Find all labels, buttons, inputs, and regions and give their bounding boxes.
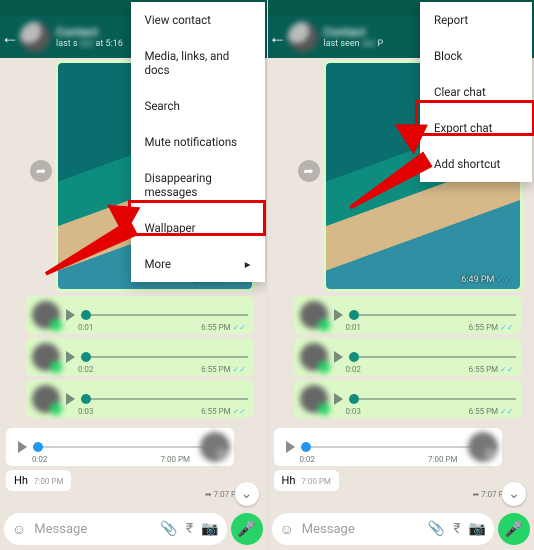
play-icon[interactable] — [334, 393, 343, 405]
play-icon[interactable] — [66, 309, 75, 321]
input-placeholder: Message — [34, 522, 87, 537]
message-time: 7:00 PM — [428, 455, 457, 464]
menu-media[interactable]: Media, links, and docs — [131, 38, 265, 88]
overflow-menu: View contact Media, links, and docs Sear… — [131, 2, 265, 282]
menu-view-contact[interactable]: View contact — [131, 2, 265, 38]
voice-duration: 0:01 — [78, 323, 93, 332]
voice-message-out[interactable]: 0:02 6:55 PM ✓✓ — [294, 338, 522, 376]
voice-duration: 0:03 — [346, 407, 361, 416]
play-icon[interactable] — [18, 441, 27, 453]
message-input[interactable]: ☺ Message 📎 ₹ 📷 — [272, 513, 495, 545]
message-time: 6:55 PM ✓✓ — [201, 365, 246, 374]
phone-right: ← Contact last seen xxx P ▢ ✆ ⋮ 6:49 PM … — [268, 0, 534, 550]
menu-report[interactable]: Report — [420, 2, 532, 38]
voice-message-out[interactable]: 0:01 6:55 PM ✓✓ — [26, 296, 254, 334]
play-icon[interactable] — [334, 309, 343, 321]
mic-button[interactable]: 🎤 — [231, 513, 263, 545]
input-bar: ☺ Message 📎 ₹ 📷 🎤 — [0, 510, 267, 548]
camera-icon[interactable]: 📷 — [201, 521, 218, 537]
message-time: 6:55 PM ✓✓ — [469, 407, 514, 416]
scroll-down-icon[interactable]: ⌄ — [235, 482, 259, 506]
message-time: 7:00 PM — [161, 455, 190, 464]
forward-icon[interactable]: ➦ — [30, 160, 52, 182]
menu-disappearing[interactable]: Disappearing messages — [131, 160, 265, 210]
message-time: 7:00 PM — [34, 477, 63, 486]
input-bar: ☺ Message 📎 ₹ 📷 🎤 — [268, 510, 534, 548]
message-text: Hh — [14, 474, 28, 487]
payment-icon[interactable]: ₹ — [186, 521, 193, 537]
voice-message-in[interactable]: 0:02 7:00 PM — [6, 428, 234, 466]
menu-export-chat[interactable]: Export chat — [420, 110, 532, 146]
message-time: 6:55 PM ✓✓ — [201, 323, 246, 332]
voice-message-in[interactable]: 0:02 7:00 PM — [274, 428, 502, 466]
text-message-in[interactable]: Hh 7:00 PM — [6, 470, 71, 491]
voice-duration: 0:03 — [78, 407, 93, 416]
attach-icon[interactable]: 📎 — [428, 521, 445, 537]
voice-message-out[interactable]: 0:03 6:55 PM ✓✓ — [294, 380, 522, 418]
voice-duration: 0:02 — [300, 455, 315, 464]
menu-search[interactable]: Search — [131, 88, 265, 124]
voice-duration: 0:02 — [32, 455, 47, 464]
attach-icon[interactable]: 📎 — [160, 521, 177, 537]
menu-add-shortcut[interactable]: Add shortcut — [420, 146, 532, 182]
text-message-in[interactable]: Hh 7:00 PM — [274, 470, 339, 491]
voice-message-out[interactable]: 0:01 6:55 PM ✓✓ — [294, 296, 522, 334]
phone-left: ← Contact last s xxx at 5:16 ▢ ✆ ⋮ 6:49 … — [0, 0, 268, 550]
message-time: 7:00 PM — [301, 477, 330, 486]
voice-message-out[interactable]: 0:03 6:55 PM ✓✓ — [26, 380, 254, 418]
message-time: 6:55 PM ✓✓ — [469, 323, 514, 332]
play-icon[interactable] — [66, 351, 75, 363]
emoji-icon[interactable]: ☺ — [280, 521, 294, 538]
play-icon[interactable] — [334, 351, 343, 363]
play-icon[interactable] — [286, 441, 295, 453]
message-text: Hh — [282, 474, 296, 487]
back-icon[interactable]: ← — [268, 27, 288, 48]
scroll-down-icon[interactable]: ⌄ — [502, 482, 526, 506]
menu-wallpaper[interactable]: Wallpaper — [131, 210, 265, 246]
voice-duration: 0:01 — [346, 323, 361, 332]
voice-duration: 0:02 — [346, 365, 361, 374]
avatar[interactable] — [20, 22, 50, 52]
overflow-submenu: Report Block Clear chat Export chat Add … — [420, 2, 532, 182]
menu-mute[interactable]: Mute notifications — [131, 124, 265, 160]
payment-icon[interactable]: ₹ — [453, 521, 460, 537]
chevron-right-icon: ▸ — [245, 257, 251, 271]
input-placeholder: Message — [302, 522, 355, 537]
message-time: 6:55 PM ✓✓ — [201, 407, 246, 416]
message-time: 6:55 PM ✓✓ — [469, 365, 514, 374]
menu-block[interactable]: Block — [420, 38, 532, 74]
play-icon[interactable] — [66, 393, 75, 405]
voice-message-out[interactable]: 0:02 6:55 PM ✓✓ — [26, 338, 254, 376]
emoji-icon[interactable]: ☺ — [12, 521, 26, 538]
back-icon[interactable]: ← — [0, 27, 20, 48]
menu-clear-chat[interactable]: Clear chat — [420, 74, 532, 110]
message-input[interactable]: ☺ Message 📎 ₹ 📷 — [4, 513, 227, 545]
mic-button[interactable]: 🎤 — [498, 513, 530, 545]
voice-duration: 0:02 — [78, 365, 93, 374]
camera-icon[interactable]: 📷 — [469, 521, 486, 537]
avatar[interactable] — [288, 22, 318, 52]
message-time: 6:49 PM ✓✓ — [461, 275, 511, 285]
menu-more[interactable]: More▸ — [131, 246, 265, 282]
forward-icon[interactable]: ➦ — [298, 160, 320, 182]
